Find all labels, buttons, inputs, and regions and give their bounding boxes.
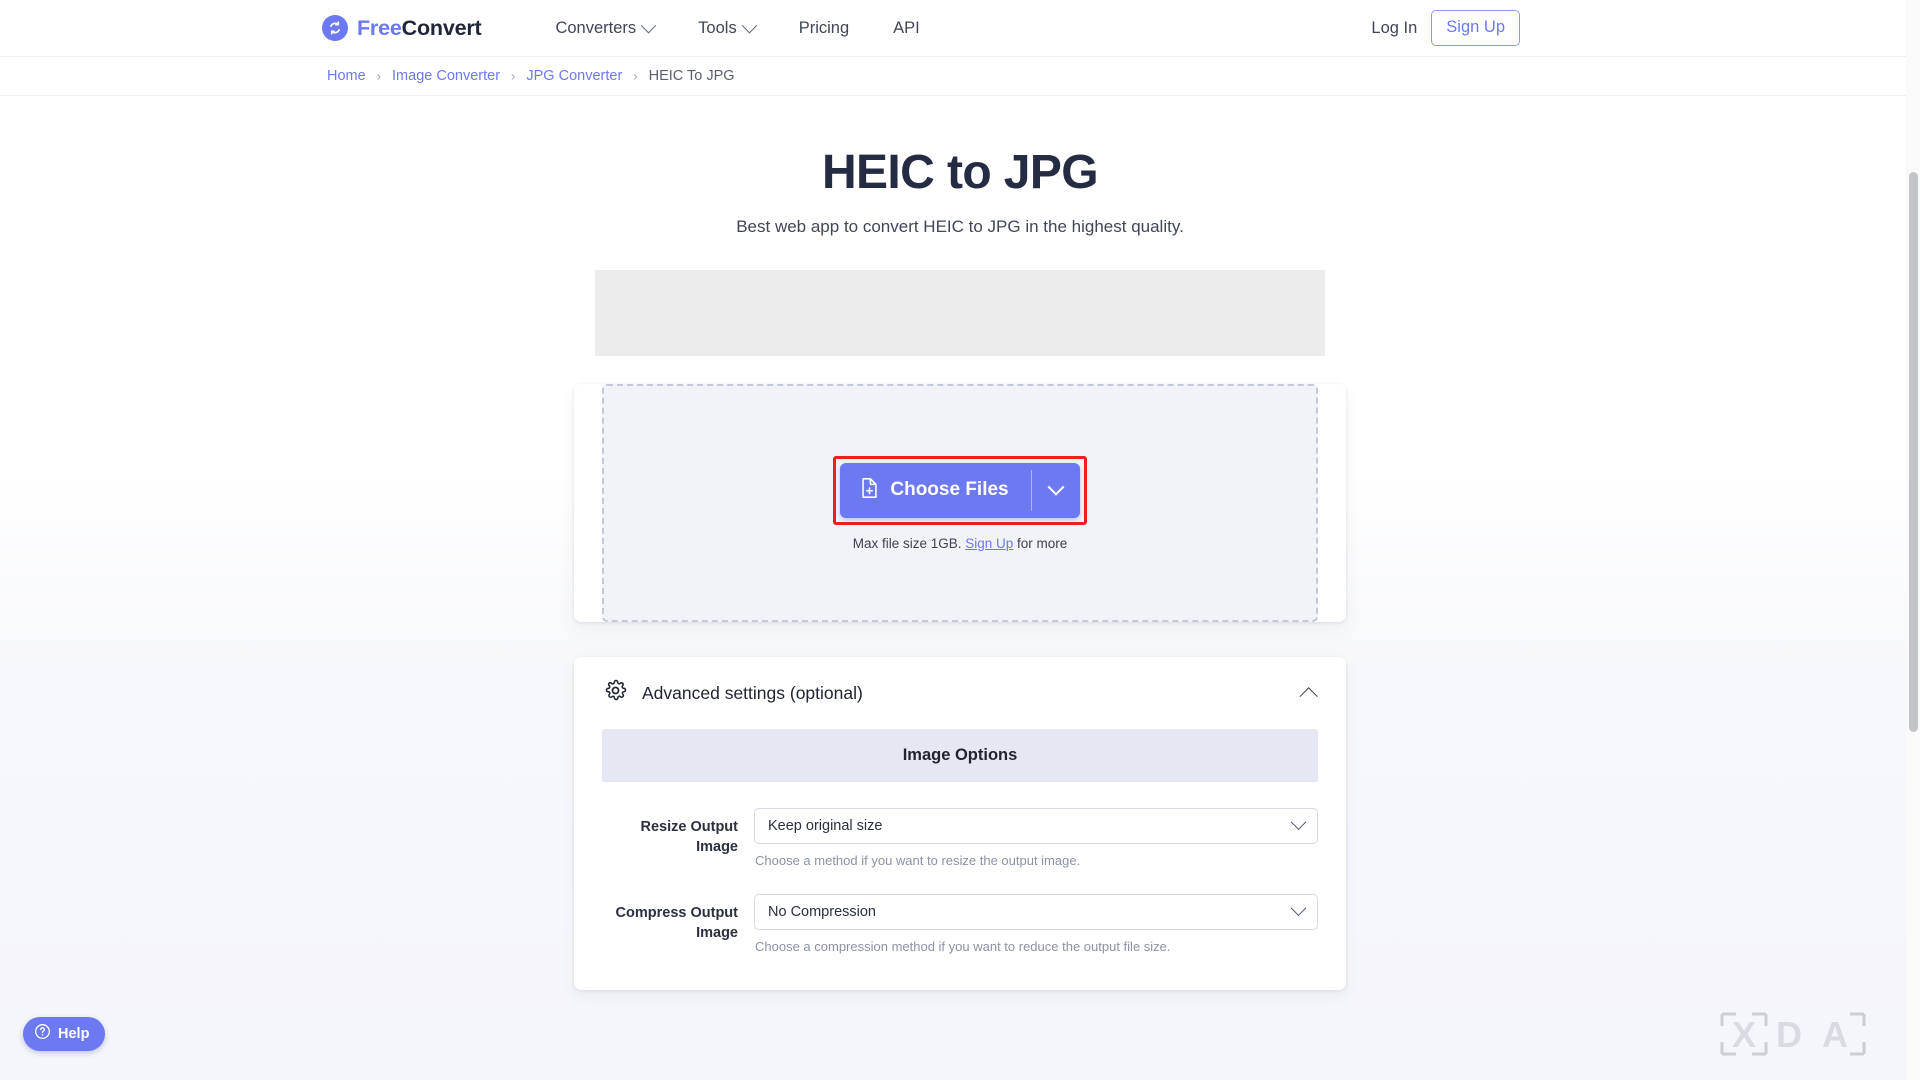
file-plus-icon [860,477,879,504]
main-nav: Converters Tools Pricing API [555,17,942,38]
signup-inline-link[interactable]: Sign Up [965,536,1013,551]
scrollbar-thumb[interactable] [1909,172,1918,732]
field-resize-output-image: Resize Output Image Keep original size C… [602,808,1318,868]
field-control: No Compression Choose a compression meth… [754,894,1318,954]
image-options-header: Image Options [602,729,1318,782]
nav-label: Converters [555,18,637,37]
chevron-down-icon [1290,899,1307,916]
brand-name-second: Convert [401,15,482,40]
nav-label: API [893,18,920,37]
choose-files-highlight: Choose Files [833,455,1087,525]
chevron-up-icon[interactable] [1299,686,1318,706]
svg-text:X: X [1732,1014,1759,1055]
nav-item-api[interactable]: API [871,19,942,38]
choose-files-group: Choose Files [840,462,1080,518]
breadcrumb-separator: › [511,68,516,83]
chevron-down-icon [1290,813,1307,830]
field-label: Resize Output Image [640,819,738,855]
max-size-suffix: for more [1013,535,1068,551]
advanced-settings-card: Advanced settings (optional) Image Optio… [574,657,1346,990]
upload-card: Choose Files Max file size 1GB. Sign Up … [574,384,1346,622]
breadcrumb-bar: Home › Image Converter › JPG Converter ›… [0,56,1920,96]
gear-icon [604,679,627,707]
signup-button[interactable]: Sign Up [1431,10,1520,46]
compress-output-select[interactable]: No Compression [754,894,1318,930]
max-size-prefix: Max file size 1GB. [852,535,966,551]
field-label: Compress Output Image [615,905,738,941]
svg-text:A: A [1822,1014,1851,1055]
page-title: HEIC to JPG [821,146,1099,199]
breadcrumb-item-home[interactable]: Home [327,68,366,84]
page-content: HEIC to JPG Best web app to convert HEIC… [0,97,1920,1080]
select-value: No Compression [768,904,876,920]
brand-text: FreeConvert [357,15,482,41]
field-compress-output-image: Compress Output Image No Compression Cho… [602,894,1318,954]
max-file-size-note: Max file size 1GB. Sign Up for more [853,536,1068,551]
nav-label: Pricing [798,18,850,37]
chevron-down-icon [741,17,757,33]
nav-item-tools[interactable]: Tools [676,17,777,38]
login-link[interactable]: Log In [1371,19,1417,38]
field-hint: Choose a method if you want to resize th… [755,853,1081,868]
image-options-body: Resize Output Image Keep original size C… [574,782,1346,990]
help-button[interactable]: Help [23,1017,106,1051]
brand-name-first: Free [357,15,402,40]
breadcrumb-separator: › [633,68,638,83]
nav-label: Tools [698,18,737,37]
breadcrumb-item-image-converter[interactable]: Image Converter [392,68,500,84]
ad-placeholder [595,270,1325,356]
site-header: FreeConvert Converters Tools Pricing API… [0,0,1920,56]
page-scrollbar[interactable] [1906,0,1920,1080]
choose-files-label: Choose Files [890,479,1009,500]
chevron-down-icon [640,17,657,33]
breadcrumb-separator: › [376,68,382,83]
nav-item-converters[interactable]: Converters [555,17,676,38]
choose-files-dropdown-button[interactable] [1032,463,1080,518]
resize-output-select[interactable]: Keep original size [754,808,1318,844]
select-value: Keep original size [768,818,883,834]
file-dropzone[interactable]: Choose Files Max file size 1GB. Sign Up … [602,384,1318,622]
svg-text:D: D [1776,1014,1805,1055]
breadcrumb-current: HEIC To JPG [648,68,735,84]
breadcrumb: Home › Image Converter › JPG Converter ›… [327,68,735,84]
breadcrumb-item-jpg-converter[interactable]: JPG Converter [526,68,622,84]
xda-watermark: X D A [1718,1010,1868,1063]
question-circle-icon [34,1023,51,1045]
nav-item-pricing[interactable]: Pricing [777,19,871,38]
advanced-settings-title: Advanced settings (optional) [642,682,863,703]
page-subtitle: Best web app to convert HEIC to JPG in t… [736,217,1184,236]
refresh-circle-icon [322,15,348,41]
help-label: Help [58,1026,90,1042]
chevron-down-icon [1047,478,1065,496]
field-hint: Choose a compression method if you want … [755,939,1171,954]
brand-logo[interactable]: FreeConvert [322,15,482,41]
choose-files-button[interactable]: Choose Files [840,463,1030,518]
field-control: Keep original size Choose a method if yo… [754,808,1318,868]
advanced-settings-header[interactable]: Advanced settings (optional) [574,657,1346,729]
